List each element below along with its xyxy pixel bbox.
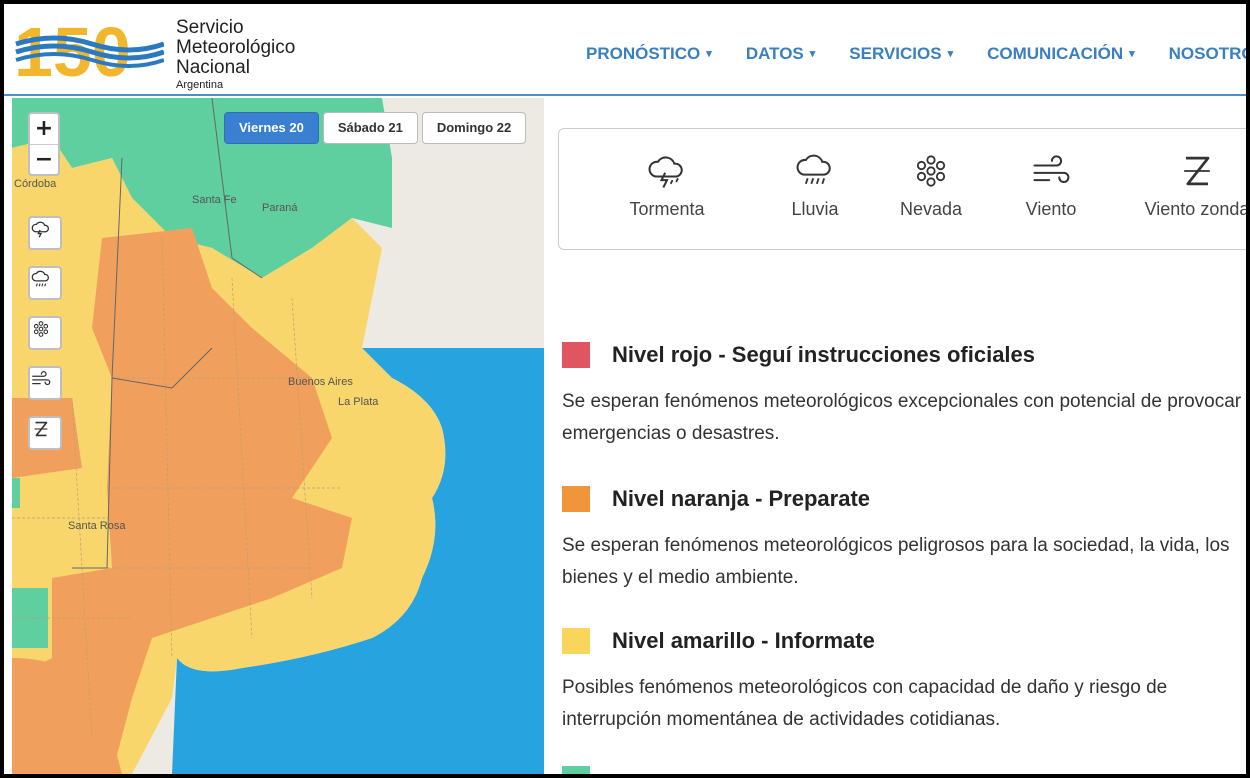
snow-icon bbox=[33, 321, 49, 337]
level-description: Posibles fenómenos meteorológicos con ca… bbox=[562, 677, 1168, 730]
snow-icon bbox=[916, 155, 946, 187]
logo-sub: Argentina bbox=[176, 79, 224, 91]
logo-line-2: Meteorológico bbox=[176, 37, 296, 58]
phenomenon-label: Nevada bbox=[899, 199, 963, 219]
logo-line-1: Servicio bbox=[176, 17, 244, 38]
alert-map[interactable]: Córdoba Santa Fe Paraná Buenos Aires La … bbox=[12, 98, 544, 774]
day-tab-saturday[interactable]: Sábado 21 bbox=[322, 112, 418, 144]
level-title: Nivel amarillo - Informate bbox=[612, 628, 875, 653]
place-label: La Plata bbox=[338, 396, 379, 408]
day-tab-sunday[interactable]: Domingo 22 bbox=[421, 112, 527, 144]
phenomenon-wind[interactable]: Viento bbox=[1011, 149, 1091, 220]
zoom-out-button[interactable]: − bbox=[30, 144, 58, 174]
logo-150-graphic: 150 bbox=[14, 18, 164, 82]
level-green-swatch-partial bbox=[562, 766, 590, 774]
smn-logo[interactable]: 150 Servicio Meteorológico Nacional Arge… bbox=[10, 12, 310, 92]
map-canvas[interactable] bbox=[12, 98, 544, 774]
phenomenon-snow[interactable]: Nevada bbox=[891, 149, 971, 220]
nav-label: COMUNICACIÓN bbox=[987, 44, 1124, 63]
phenomenon-label: Viento zonda bbox=[1144, 199, 1246, 219]
level-description: Se esperan fenómenos meteorológicos exce… bbox=[562, 391, 1242, 444]
phenomenon-label: Tormenta bbox=[629, 199, 705, 219]
place-label: Santa Rosa bbox=[68, 520, 126, 532]
layer-snow-button[interactable] bbox=[28, 316, 62, 350]
nav-label: NOSOTROS bbox=[1168, 44, 1246, 63]
nav-comunicacion[interactable]: COMUNICACIÓN ▾ bbox=[987, 44, 1135, 64]
nav-datos[interactable]: DATOS ▾ bbox=[746, 44, 815, 64]
nav-servicios[interactable]: SERVICIOS ▾ bbox=[849, 44, 953, 64]
place-label: Buenos Aires bbox=[288, 376, 353, 388]
level-swatch bbox=[562, 486, 590, 512]
nav-nosotros[interactable]: NOSOTROS bbox=[1169, 44, 1246, 64]
nav-label: DATOS bbox=[745, 44, 804, 63]
level-swatch bbox=[562, 628, 590, 654]
phenomenon-rain[interactable]: Lluvia bbox=[773, 149, 857, 220]
logo-line-3: Nacional bbox=[176, 57, 250, 78]
rain-icon bbox=[31, 270, 49, 287]
layer-wind-button[interactable] bbox=[28, 366, 62, 400]
chevron-down-icon: ▾ bbox=[809, 48, 816, 60]
zoom-in-button[interactable]: + bbox=[30, 114, 58, 144]
nav-label: PRONÓSTICO bbox=[586, 44, 701, 63]
main-nav: PRONÓSTICO ▾ DATOS ▾ SERVICIOS ▾ COMUNICACI… bbox=[586, 44, 1246, 64]
layer-storm-button[interactable] bbox=[28, 216, 62, 250]
zonda-icon bbox=[1184, 156, 1210, 186]
green-zone-west bbox=[12, 478, 20, 508]
chevron-down-icon: ▾ bbox=[706, 48, 712, 60]
day-selector: Viernes 20 Sábado 21 Domingo 22 bbox=[224, 112, 527, 144]
chevron-down-icon: ▾ bbox=[1129, 48, 1135, 60]
wind-icon bbox=[32, 371, 51, 386]
day-tab-friday[interactable]: Viernes 20 bbox=[224, 112, 319, 144]
phenomenon-label: Lluvia bbox=[791, 199, 839, 219]
nav-label: SERVICIOS bbox=[849, 44, 942, 63]
phenomenon-label: Viento bbox=[1025, 199, 1077, 219]
logo-text: Servicio Meteorológico Nacional Argentin… bbox=[176, 17, 296, 92]
nav-pronostico[interactable]: PRONÓSTICO ▾ bbox=[586, 44, 712, 64]
storm-icon bbox=[31, 221, 49, 238]
level-title: Nivel naranja - Preparate bbox=[612, 486, 871, 511]
wind-icon bbox=[1033, 155, 1070, 183]
chevron-down-icon: ▾ bbox=[947, 48, 954, 60]
rain-icon bbox=[796, 154, 831, 185]
layer-zonda-button[interactable] bbox=[28, 416, 62, 450]
level-swatch bbox=[562, 342, 590, 368]
level-title: Nivel rojo - Seguí instrucciones oficial… bbox=[612, 342, 1036, 367]
site-header: 150 Servicio Meteorológico Nacional Arge… bbox=[4, 4, 1246, 96]
phenomenon-storm[interactable]: Tormenta bbox=[619, 149, 715, 220]
place-label: Santa Fe bbox=[192, 194, 237, 206]
storm-icon bbox=[648, 156, 683, 188]
level-description: Se esperan fenómenos meteorológicos peli… bbox=[562, 535, 1230, 588]
place-label: Paraná bbox=[262, 202, 298, 214]
phenomena-bar: Tormenta Lluvia Nevada Viento Viento zon… bbox=[558, 128, 1246, 250]
place-label: Córdoba bbox=[14, 178, 57, 190]
layer-rain-button[interactable] bbox=[28, 266, 62, 300]
zonda-icon bbox=[34, 421, 48, 437]
browser-frame: 150 Servicio Meteorológico Nacional Arge… bbox=[4, 4, 1246, 774]
zoom-control: + − bbox=[28, 112, 60, 176]
phenomenon-zonda[interactable]: Viento zonda bbox=[1137, 149, 1246, 220]
